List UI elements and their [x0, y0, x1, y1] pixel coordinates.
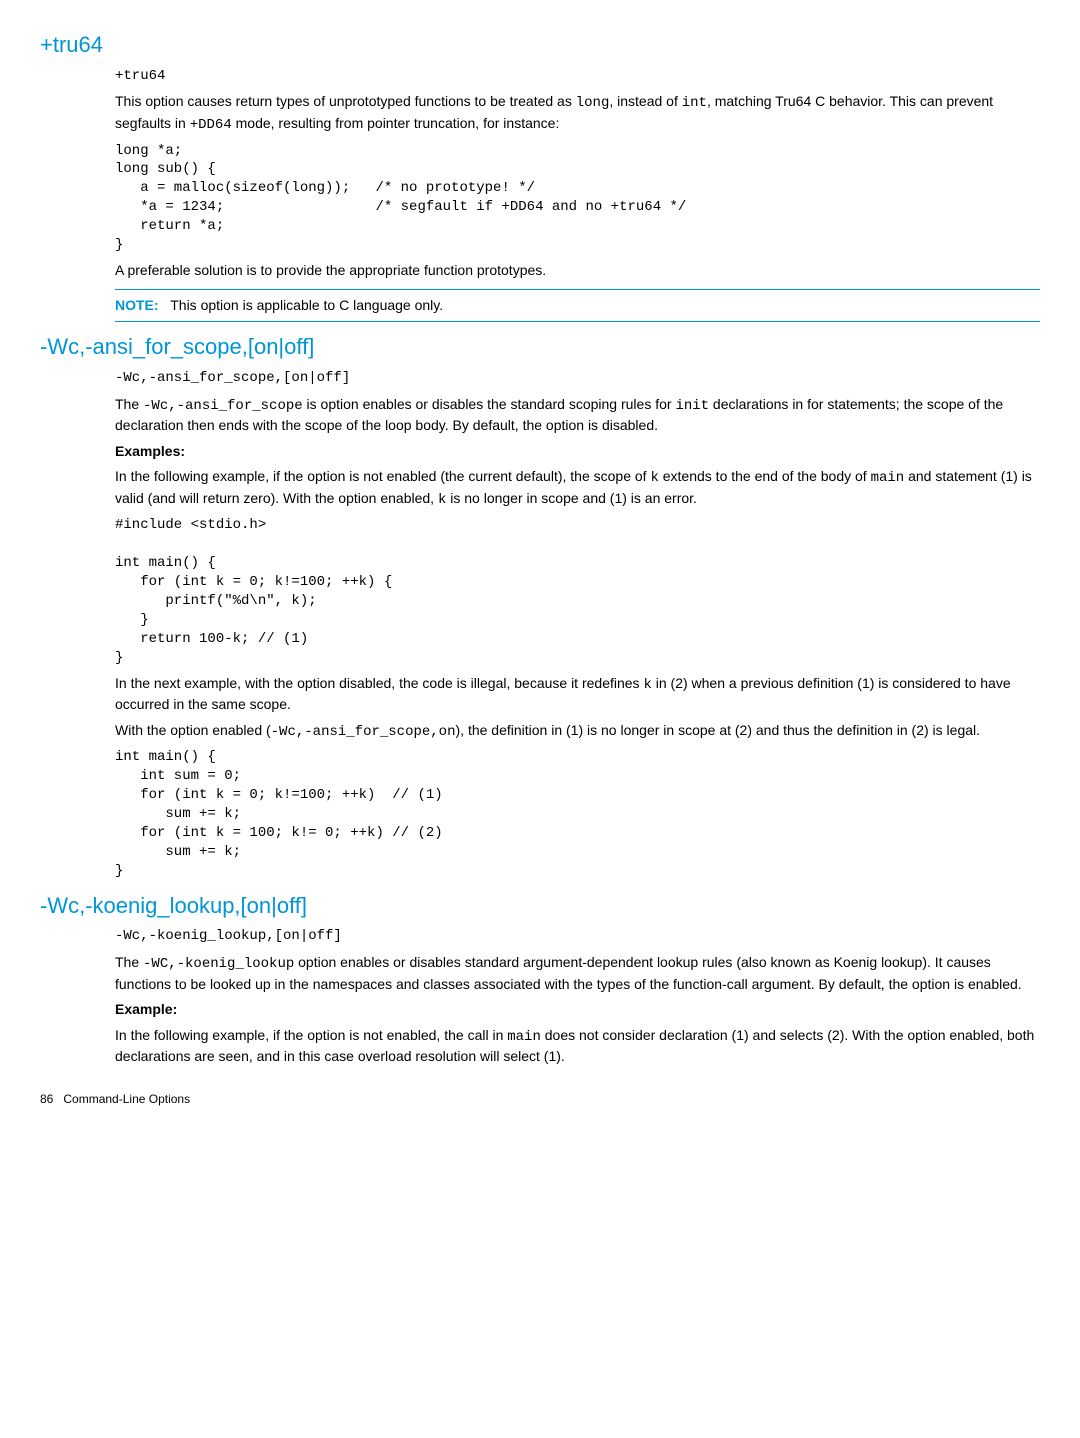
- section-heading-tru64: +tru64: [40, 30, 1040, 61]
- inline-code: main: [507, 1029, 541, 1045]
- note-block: NOTE: This option is applicable to C lan…: [115, 289, 1040, 323]
- inline-code: -Wc,-ansi_for_scope,on: [271, 724, 456, 740]
- body-text: This option causes return types of unpro…: [115, 92, 1040, 135]
- text-fragment: In the following example, if the option …: [115, 468, 650, 484]
- footer-section-title: Command-Line Options: [63, 1092, 190, 1106]
- inline-code: int: [682, 95, 707, 111]
- inline-code: k: [643, 677, 651, 693]
- option-signature: -Wc,-koenig_lookup,[on|off]: [115, 927, 1040, 947]
- inline-code: main: [871, 470, 905, 486]
- body-text: In the following example, if the option …: [115, 1026, 1040, 1067]
- body-text: In the next example, with the option dis…: [115, 674, 1040, 715]
- option-signature: -Wc,-ansi_for_scope,[on|off]: [115, 369, 1040, 389]
- note-text: This option is applicable to C language …: [170, 297, 443, 313]
- page-number: 86: [40, 1092, 53, 1106]
- example-label: Example:: [115, 1000, 1040, 1020]
- text-fragment: is option enables or disables the standa…: [303, 396, 676, 412]
- text-fragment: extends to the end of the body of: [659, 468, 871, 484]
- text-fragment: The: [115, 396, 143, 412]
- text-fragment: The: [115, 954, 143, 970]
- inline-code: +DD64: [190, 117, 232, 133]
- body-text: In the following example, if the option …: [115, 467, 1040, 510]
- inline-code: -WC,-koenig_lookup: [143, 956, 294, 972]
- text-fragment: , instead of: [609, 93, 681, 109]
- examples-label: Examples:: [115, 442, 1040, 462]
- code-block: #include <stdio.h> int main() { for (int…: [115, 516, 1040, 667]
- text-fragment: is no longer in scope and (1) is an erro…: [446, 490, 697, 506]
- text-fragment: In the next example, with the option dis…: [115, 675, 643, 691]
- code-block: int main() { int sum = 0; for (int k = 0…: [115, 748, 1040, 880]
- text-fragment: mode, resulting from pointer truncation,…: [232, 115, 560, 131]
- body-text: A preferable solution is to provide the …: [115, 261, 1040, 281]
- inline-code: k: [650, 470, 658, 486]
- section-heading-ansi-for-scope: -Wc,-ansi_for_scope,[on|off]: [40, 332, 1040, 363]
- inline-code: init: [675, 398, 709, 414]
- text-fragment: With the option enabled (: [115, 722, 271, 738]
- section-heading-koenig-lookup: -Wc,-koenig_lookup,[on|off]: [40, 891, 1040, 922]
- text-fragment: ), the definition in (1) is no longer in…: [456, 722, 981, 738]
- text-fragment: This option causes return types of unpro…: [115, 93, 576, 109]
- option-signature: +tru64: [115, 67, 1040, 87]
- body-text: The -WC,-koenig_lookup option enables or…: [115, 953, 1040, 994]
- inline-code: -Wc,-ansi_for_scope: [143, 398, 303, 414]
- note-label: NOTE:: [115, 297, 159, 313]
- inline-code: long: [576, 95, 610, 111]
- code-block: long *a; long sub() { a = malloc(sizeof(…: [115, 142, 1040, 255]
- text-fragment: In the following example, if the option …: [115, 1027, 507, 1043]
- page-footer: 86 Command-Line Options: [40, 1091, 1040, 1108]
- body-text: With the option enabled (-Wc,-ansi_for_s…: [115, 721, 1040, 743]
- body-text: The -Wc,-ansi_for_scope is option enable…: [115, 395, 1040, 436]
